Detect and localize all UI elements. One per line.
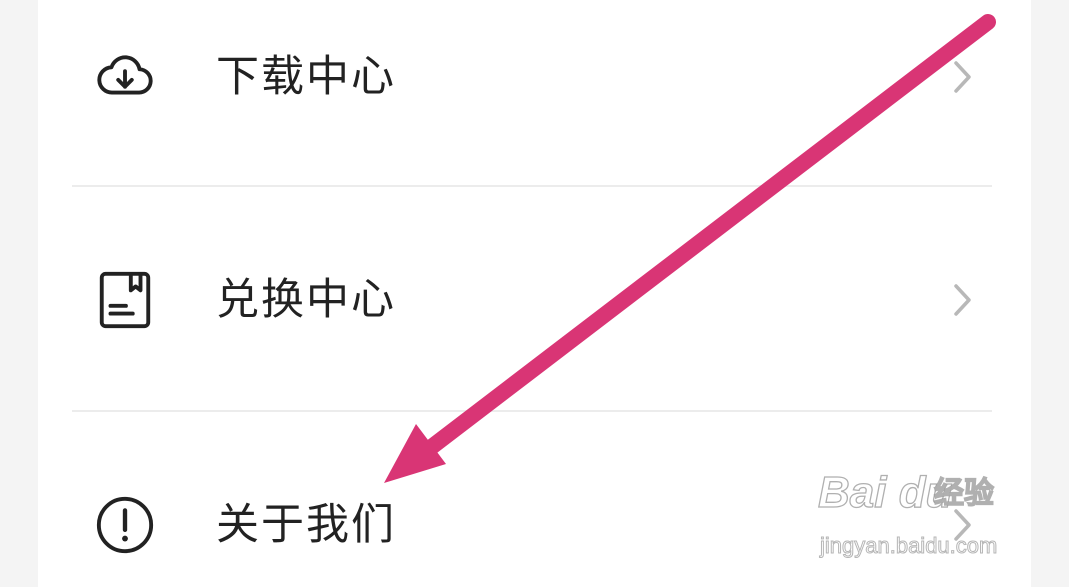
- menu-item-label: 下载中心: [216, 52, 396, 102]
- watermark-product: 经验: [933, 476, 994, 510]
- menu-item-label: 兑换中心: [216, 275, 396, 325]
- info-exclamation-icon: [96, 496, 154, 554]
- watermark-brand: Bai du: [817, 467, 953, 517]
- divider: [72, 185, 992, 187]
- menu-item-download-center[interactable]: 下载中心: [38, 17, 1031, 137]
- chevron-right-icon: [954, 61, 971, 93]
- menu-item-redeem-center[interactable]: 兑换中心: [38, 240, 1031, 360]
- menu-item-label: 关于我们: [216, 500, 396, 550]
- watermark-url: jingyan.baidu.com: [819, 533, 998, 559]
- watermark: Bai du 经验 jingyan.baidu.com: [817, 466, 1028, 571]
- cloud-download-icon: [97, 55, 153, 95]
- divider: [72, 410, 992, 412]
- voucher-book-icon: [99, 271, 151, 329]
- chevron-right-icon: [954, 284, 971, 316]
